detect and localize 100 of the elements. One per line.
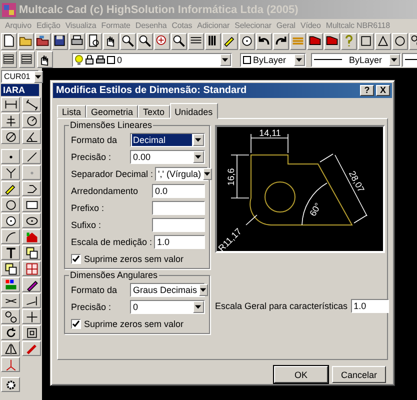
dropdown-arrow-icon — [296, 58, 303, 62]
toolbar-button[interactable] — [120, 32, 136, 50]
linetype-dropdown[interactable]: ByLayer — [311, 52, 401, 66]
tool-button[interactable] — [1, 341, 20, 356]
tool-button[interactable] — [1, 197, 20, 212]
toolbar-button[interactable] — [52, 32, 68, 50]
toolbar-button[interactable] — [137, 32, 153, 50]
move-icon — [24, 310, 38, 324]
tool-button[interactable] — [22, 181, 41, 196]
tool-button[interactable] — [1, 309, 20, 324]
tool-button[interactable] — [22, 277, 41, 292]
tool-button[interactable] — [22, 113, 41, 128]
input-field[interactable]: 1.0 — [350, 299, 389, 313]
toolbar-button[interactable] — [69, 32, 85, 50]
tool-button[interactable] — [22, 213, 41, 228]
tool-button[interactable] — [1, 293, 20, 308]
printer-icon — [70, 34, 84, 48]
help-button[interactable]: ? — [360, 85, 374, 96]
tool-button[interactable] — [1, 245, 20, 260]
tool-button[interactable] — [1, 277, 20, 292]
input-field[interactable]: 0.0 — [152, 184, 205, 198]
circles-icon — [4, 310, 18, 324]
diameter-icon — [4, 130, 18, 144]
toolbar-button[interactable] — [188, 32, 204, 50]
close-button[interactable]: X — [376, 85, 390, 96]
toolbar-button[interactable] — [358, 32, 374, 50]
tool-button[interactable] — [22, 97, 41, 112]
toolbar-button[interactable] — [324, 32, 340, 50]
color-swatch — [243, 56, 251, 64]
toolbar-button[interactable] — [35, 32, 51, 50]
toolbar-button[interactable] — [1, 51, 17, 68]
extend-icon — [24, 294, 38, 308]
tool-button[interactable] — [1, 213, 20, 228]
tab[interactable]: Lista — [57, 105, 86, 118]
cancel-button[interactable]: Cancelar — [332, 366, 386, 383]
toolbar-button[interactable] — [154, 32, 170, 50]
toolbar-button[interactable] — [171, 32, 187, 50]
dimension-label: 16,6 — [226, 168, 236, 186]
toolbar-button[interactable] — [18, 32, 34, 50]
toolbar-button[interactable] — [37, 51, 53, 68]
block-icon — [308, 34, 322, 48]
fork-icon — [4, 166, 18, 180]
dropdown[interactable]: Graus Decimais — [130, 282, 205, 296]
tool-button[interactable] — [1, 165, 20, 180]
toolbar-button[interactable] — [307, 32, 323, 50]
toolbar-button[interactable] — [205, 32, 221, 50]
toolbar-button[interactable] — [86, 32, 102, 50]
tool-button[interactable] — [1, 113, 20, 128]
tool-button[interactable] — [22, 293, 41, 308]
tool-button[interactable] — [1, 325, 20, 340]
dropdown[interactable]: 0.00 — [130, 150, 205, 164]
field-label: Arredondamento — [71, 186, 138, 196]
input-field[interactable]: 1.0 — [154, 234, 205, 248]
tool-button[interactable] — [22, 129, 41, 144]
color-blocks-icon — [4, 278, 18, 292]
tool-button[interactable] — [1, 377, 20, 392]
layers-icon — [2, 52, 16, 66]
toolbar-button[interactable] — [222, 32, 238, 50]
tool-button[interactable] — [1, 229, 20, 244]
checkbox[interactable] — [71, 319, 81, 329]
tool-button[interactable] — [1, 181, 20, 196]
toolbar-button[interactable] — [239, 32, 255, 50]
dropdown[interactable]: Decimal — [130, 132, 205, 146]
toolbar-button[interactable] — [19, 51, 35, 68]
layer-name: 0 — [117, 54, 122, 64]
tool-button[interactable] — [1, 97, 20, 112]
dropdown-arrow-icon — [195, 304, 202, 308]
tool-button[interactable] — [22, 197, 41, 212]
checkbox[interactable] — [71, 254, 81, 264]
tool-button[interactable] — [1, 261, 20, 276]
toolbar-button[interactable] — [103, 32, 119, 50]
radius-icon — [24, 114, 38, 128]
tool-button[interactable] — [22, 245, 41, 260]
toolbar-button[interactable] — [273, 32, 289, 50]
input-field[interactable] — [152, 218, 205, 232]
ok-button[interactable]: OK — [274, 366, 328, 383]
tab[interactable]: Texto — [138, 105, 170, 118]
tool-button[interactable] — [1, 129, 20, 144]
square-icon — [359, 34, 373, 48]
tab[interactable]: Geometria — [86, 105, 138, 118]
tool-button[interactable] — [22, 261, 41, 276]
input-field[interactable] — [152, 200, 205, 214]
toolbar-button[interactable] — [1, 32, 17, 50]
dropdown[interactable]: 0 — [130, 300, 205, 314]
text-icon — [4, 246, 18, 260]
lock-icon — [85, 54, 94, 64]
color-dropdown[interactable]: ByLayer — [240, 52, 306, 66]
tab[interactable]: Unidades — [170, 103, 218, 119]
tool-button[interactable] — [22, 149, 41, 164]
angle-icon — [24, 130, 38, 144]
dialog-title: Modifica Estilos de Dimensão: Standard — [56, 85, 248, 96]
dimension-label: 60° — [308, 201, 324, 218]
tool-button[interactable] — [22, 309, 41, 324]
aligned-dimension-icon — [24, 98, 38, 112]
layer-dropdown[interactable]: 0 — [72, 52, 232, 66]
tool-button[interactable] — [22, 325, 41, 340]
toolbar-button[interactable] — [392, 32, 408, 50]
angle-arc — [302, 182, 328, 226]
toolbar-button[interactable] — [256, 32, 272, 50]
toolbar-button[interactable] — [375, 32, 391, 50]
